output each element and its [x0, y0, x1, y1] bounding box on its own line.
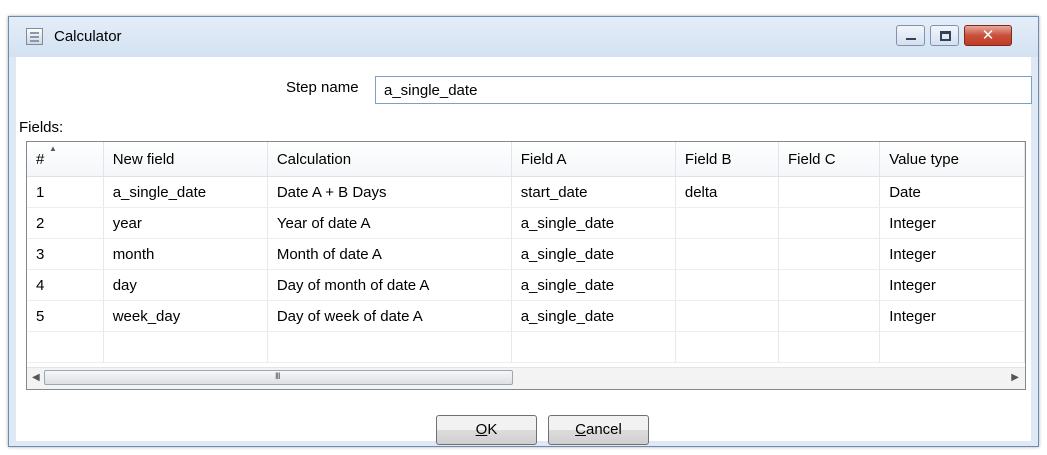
- cell-new-field[interactable]: month: [103, 238, 268, 270]
- table-row[interactable]: 4 day Day of month of date A a_single_da…: [27, 269, 1025, 301]
- empty-cell[interactable]: [511, 331, 676, 363]
- ok-label-rest: K: [487, 421, 498, 438]
- empty-cell[interactable]: [103, 331, 268, 363]
- scroll-right-arrow-icon[interactable]: ▶: [1011, 372, 1019, 383]
- cell-value-type[interactable]: Integer: [879, 207, 1025, 239]
- cell-field-b[interactable]: [675, 238, 780, 270]
- minimize-icon: [906, 38, 916, 40]
- cell-field-c[interactable]: [778, 207, 881, 239]
- cell-value-type[interactable]: Date: [879, 176, 1025, 208]
- cell-field-b[interactable]: [675, 207, 780, 239]
- cell-calculation[interactable]: Month of date A: [267, 238, 512, 270]
- cell-field-c[interactable]: [778, 176, 881, 208]
- cell-field-a[interactable]: start_date: [511, 176, 676, 208]
- column-header-field-c[interactable]: Field C: [778, 142, 881, 177]
- cell-calculation[interactable]: Day of week of date A: [267, 300, 512, 332]
- cancel-button[interactable]: Cancel: [548, 415, 649, 445]
- column-header-field-b[interactable]: Field B: [675, 142, 780, 177]
- horizontal-scrollbar[interactable]: ◀ III ▶: [27, 367, 1025, 389]
- title-bar[interactable]: Calculator ✕: [9, 17, 1038, 57]
- cell-field-a[interactable]: a_single_date: [511, 269, 676, 301]
- minimize-button[interactable]: [896, 25, 925, 46]
- empty-cell[interactable]: [879, 331, 1025, 363]
- column-header-calculation[interactable]: Calculation: [267, 142, 512, 177]
- column-header-number[interactable]: # ▲: [27, 142, 104, 177]
- cell-value-type[interactable]: Integer: [879, 269, 1025, 301]
- window-title: Calculator: [54, 28, 122, 45]
- empty-cell[interactable]: [778, 331, 881, 363]
- table-row[interactable]: 1 a_single_date Date A + B Days start_da…: [27, 176, 1025, 208]
- table-row[interactable]: 5 week_day Day of week of date A a_singl…: [27, 300, 1025, 332]
- close-icon: ✕: [981, 26, 995, 44]
- cell-field-b[interactable]: [675, 300, 780, 332]
- cell-new-field[interactable]: week_day: [103, 300, 268, 332]
- ok-mnemonic: O: [475, 421, 488, 438]
- cell-field-a[interactable]: a_single_date: [511, 238, 676, 270]
- cell-field-c[interactable]: [778, 238, 881, 270]
- calculator-icon: [26, 28, 43, 45]
- fields-label: Fields:: [19, 119, 64, 136]
- scrollbar-thumb[interactable]: III: [44, 370, 513, 385]
- maximize-button[interactable]: [930, 25, 959, 46]
- cancel-mnemonic: C: [575, 421, 586, 438]
- cell-new-field[interactable]: year: [103, 207, 268, 239]
- empty-cell[interactable]: [267, 331, 512, 363]
- close-button[interactable]: ✕: [964, 25, 1012, 46]
- column-header-value-type[interactable]: Value type: [879, 142, 1025, 177]
- table-row[interactable]: 2 year Year of date A a_single_date Inte…: [27, 207, 1025, 239]
- step-name-label: Step name: [286, 79, 359, 96]
- scrollbar-grip-icon: III: [275, 371, 280, 381]
- cancel-label-rest: ancel: [585, 421, 622, 438]
- dialog-body: Step name Fields: #▲ New field Calculati…: [16, 57, 1032, 445]
- empty-table-row[interactable]: [27, 331, 1025, 363]
- cell-calculation[interactable]: Date A + B Days: [267, 176, 512, 208]
- fields-table: # ▲ New field Calculation Field A Field B…: [26, 141, 1026, 390]
- cell-field-c[interactable]: [778, 269, 881, 301]
- calculator-dialog: Calculator ✕ Step name Fields: #▲: [8, 16, 1039, 447]
- row-number[interactable]: 1: [27, 176, 104, 208]
- empty-cell[interactable]: [27, 331, 104, 363]
- sort-ascending-icon: ▲: [49, 144, 57, 153]
- table-row[interactable]: 3 month Month of date A a_single_date In…: [27, 238, 1025, 270]
- cell-value-type[interactable]: Integer: [879, 238, 1025, 270]
- cell-new-field[interactable]: a_single_date: [103, 176, 268, 208]
- column-header-new-field[interactable]: New field: [103, 142, 268, 177]
- cell-field-a[interactable]: a_single_date: [511, 300, 676, 332]
- row-number[interactable]: 3: [27, 238, 104, 270]
- column-header-field-a[interactable]: Field A: [511, 142, 676, 177]
- column-header-label: #: [36, 150, 45, 168]
- cell-calculation[interactable]: Day of month of date A: [267, 269, 512, 301]
- scroll-left-arrow-icon[interactable]: ◀: [32, 372, 40, 383]
- cell-new-field[interactable]: day: [103, 269, 268, 301]
- table-header-row: # ▲ New field Calculation Field A Field B…: [27, 142, 1025, 177]
- cell-field-a[interactable]: a_single_date: [511, 207, 676, 239]
- step-name-input[interactable]: [375, 76, 1032, 104]
- cell-field-b[interactable]: delta: [675, 176, 780, 208]
- cell-field-c[interactable]: [778, 300, 881, 332]
- cell-calculation[interactable]: Year of date A: [267, 207, 512, 239]
- row-number[interactable]: 2: [27, 207, 104, 239]
- empty-cell[interactable]: [675, 331, 780, 363]
- maximize-icon: [940, 31, 951, 41]
- cell-value-type[interactable]: Integer: [879, 300, 1025, 332]
- row-number[interactable]: 4: [27, 269, 104, 301]
- row-number[interactable]: 5: [27, 300, 104, 332]
- ok-button[interactable]: OK: [436, 415, 537, 445]
- cell-field-b[interactable]: [675, 269, 780, 301]
